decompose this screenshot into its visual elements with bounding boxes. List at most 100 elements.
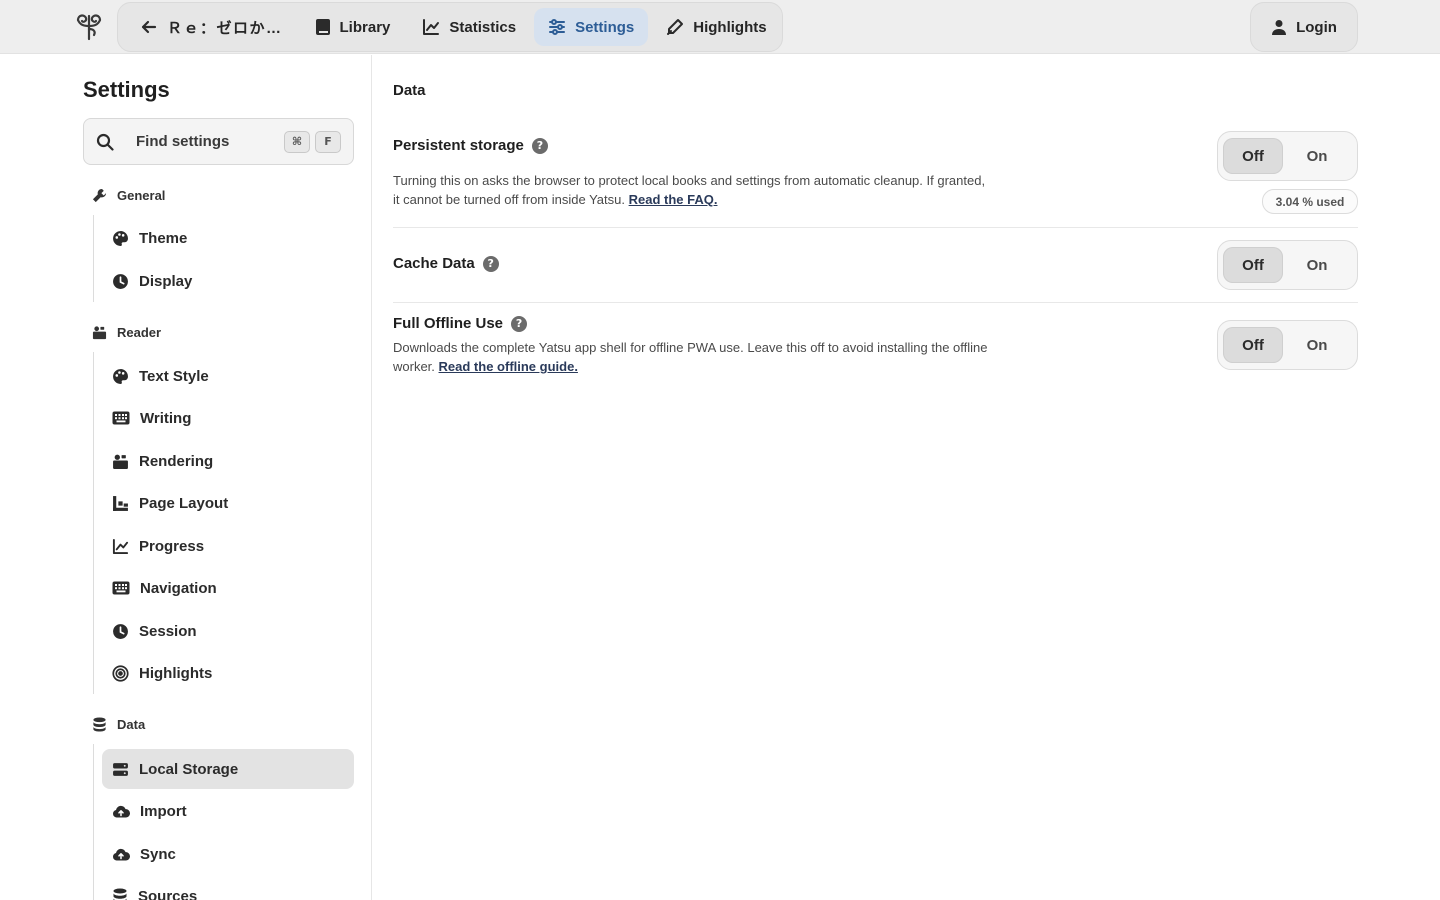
sidebar-item-label: Local Storage	[139, 760, 239, 778]
hard-drive-icon	[113, 762, 128, 776]
target-icon	[112, 664, 129, 682]
pen-icon	[667, 19, 684, 35]
setting-title-full-offline-use: Full Offline Use ?	[393, 315, 528, 332]
sidebar-item-label: Theme	[139, 229, 188, 247]
sidebar-item-theme[interactable]: Theme	[102, 218, 354, 258]
reader-icon	[92, 326, 107, 340]
chart-line-icon	[112, 538, 129, 554]
storage-usage-badge: 3.04 % used	[1262, 189, 1358, 214]
setting-title-label: Cache Data	[393, 255, 475, 272]
sidebar-item-label: Highlights	[139, 664, 213, 682]
group-divider	[93, 352, 94, 694]
faq-link[interactable]: Read the FAQ.	[629, 192, 718, 207]
book-icon	[315, 19, 330, 35]
nav-highlights[interactable]: Highlights	[652, 8, 780, 46]
sidebar-item-sync[interactable]: Sync	[102, 834, 354, 874]
arrow-left-icon	[141, 20, 157, 34]
sidebar-item-rendering[interactable]: Rendering	[102, 441, 354, 481]
setting-title-persistent-storage: Persistent storage ?	[393, 137, 548, 154]
clock-icon	[113, 623, 128, 639]
sidebar-item-display[interactable]: Display	[102, 261, 354, 301]
toggle-off-option[interactable]: Off	[1223, 327, 1283, 363]
cloud-upload-icon	[113, 848, 130, 860]
help-icon[interactable]: ?	[511, 315, 528, 332]
group-reader-label: Reader	[117, 325, 162, 340]
sidebar-item-label: Navigation	[140, 579, 217, 597]
sidebar-item-label: Page Layout	[139, 494, 229, 512]
setting-title-label: Persistent storage	[393, 137, 524, 154]
sidebar-item-label: Rendering	[139, 452, 214, 470]
cmd-key: ⌘	[284, 130, 310, 153]
help-icon[interactable]: ?	[531, 137, 548, 154]
database-icon	[113, 888, 127, 900]
toggle-persistent-storage: Off On	[1217, 131, 1358, 181]
settings-sidebar: Settings ⌘ F General Theme Display Reade…	[0, 55, 372, 900]
sidebar-item-text-style[interactable]: Text Style	[102, 356, 354, 396]
clock-icon	[113, 273, 128, 289]
palette-icon	[113, 368, 128, 384]
wrench-icon	[92, 188, 107, 203]
database-icon	[93, 717, 106, 732]
group-reader: Reader	[92, 325, 161, 340]
group-data-label: Data	[117, 717, 146, 732]
keyboard-icon	[112, 411, 130, 425]
toggle-off-option[interactable]: Off	[1223, 247, 1283, 283]
toggle-on-option[interactable]: On	[1287, 138, 1347, 174]
user-icon	[1272, 20, 1287, 35]
sidebar-item-label: Import	[140, 802, 187, 820]
nav-settings-label: Settings	[575, 18, 635, 36]
sidebar-item-progress[interactable]: Progress	[102, 526, 354, 566]
row-divider	[393, 227, 1358, 228]
toggle-cache-data: Off On	[1217, 240, 1358, 290]
setting-desc-full-offline-use: Downloads the complete Yatsu app shell f…	[393, 338, 993, 376]
sidebar-item-label: Sources	[138, 887, 198, 900]
nav-library-label: Library	[339, 18, 391, 36]
toggle-off-option[interactable]: Off	[1223, 138, 1283, 174]
offline-guide-link[interactable]: Read the offline guide.	[439, 359, 578, 374]
top-bar: Ｒｅ：ゼロか… Library Statistics Settings High…	[0, 0, 1440, 54]
cloud-upload-icon	[113, 805, 130, 817]
back-button[interactable]: Ｒｅ：ゼロか…	[126, 8, 297, 46]
help-icon[interactable]: ?	[482, 255, 499, 272]
nav-settings[interactable]: Settings	[534, 8, 649, 46]
sidebar-item-navigation[interactable]: Navigation	[102, 568, 354, 608]
setting-title-cache-data: Cache Data ?	[393, 255, 499, 272]
sidebar-item-import[interactable]: Import	[102, 791, 354, 831]
search-icon	[96, 133, 114, 151]
row-divider	[393, 302, 1358, 303]
layout-icon	[113, 495, 128, 511]
sidebar-item-label: Sync	[140, 845, 176, 863]
sidebar-item-page-layout[interactable]: Page Layout	[102, 483, 354, 523]
rendering-icon	[113, 454, 128, 469]
nav-statistics[interactable]: Statistics	[408, 8, 530, 46]
sidebar-item-sources[interactable]: Sources	[102, 876, 354, 900]
sidebar-item-session[interactable]: Session	[102, 611, 354, 651]
sidebar-item-writing[interactable]: Writing	[102, 398, 354, 438]
toggle-on-option[interactable]: On	[1287, 327, 1347, 363]
group-data: Data	[92, 717, 145, 732]
nav-statistics-label: Statistics	[449, 18, 517, 36]
group-divider	[93, 215, 94, 302]
search-input[interactable]	[136, 133, 266, 150]
keyboard-icon	[112, 581, 130, 595]
sidebar-item-label: Progress	[139, 537, 205, 555]
f-key: F	[315, 130, 341, 153]
book-title: Ｒｅ：ゼロか…	[167, 19, 283, 37]
login-button[interactable]: Login	[1250, 2, 1358, 52]
nav-highlights-label: Highlights	[693, 18, 767, 36]
sidebar-item-label: Text Style	[139, 367, 209, 385]
sliders-icon	[549, 19, 566, 35]
login-label: Login	[1296, 18, 1337, 36]
group-general-label: General	[117, 188, 166, 203]
sidebar-item-label: Display	[139, 272, 193, 290]
sidebar-item-highlights[interactable]: Highlights	[102, 653, 354, 693]
nav-library[interactable]: Library	[301, 8, 405, 46]
settings-search[interactable]: ⌘ F	[83, 118, 354, 165]
app-logo-icon[interactable]	[72, 10, 106, 44]
toggle-on-option[interactable]: On	[1287, 247, 1347, 283]
main-nav: Ｒｅ：ゼロか… Library Statistics Settings High…	[117, 2, 783, 52]
setting-desc-persistent-storage: Turning this on asks the browser to prot…	[393, 171, 993, 209]
chart-line-icon	[423, 19, 440, 35]
section-title: Data	[393, 82, 426, 99]
sidebar-item-local-storage[interactable]: Local Storage	[102, 749, 354, 789]
